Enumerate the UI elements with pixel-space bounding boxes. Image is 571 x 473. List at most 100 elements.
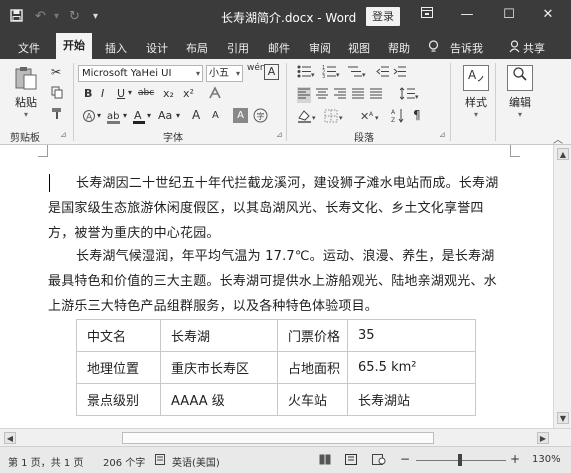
strikethrough-button[interactable]: abc [138,88,154,98]
horizontal-scrollbar[interactable]: ◀ ▶ [0,428,571,446]
underline-button[interactable]: U [117,87,125,100]
table-cell[interactable]: AAAA 级 [160,383,278,416]
table-cell[interactable]: 景点级别 [76,383,161,416]
tab-review[interactable]: 审阅 [309,40,331,56]
tab-home[interactable]: 开始 [56,33,92,59]
chevron-down-icon[interactable]: ▾ [176,111,180,120]
table-cell[interactable]: 35 [347,319,476,352]
tab-layout[interactable]: 布局 [186,40,208,56]
print-layout-icon[interactable] [345,454,357,468]
chinese-layout-icon[interactable]: ✕ A ▾ [360,108,382,126]
bullets-icon[interactable]: ▾ [297,65,315,81]
lightbulb-icon[interactable] [428,40,439,56]
show-formatting-marks-icon[interactable]: ¶ [413,108,421,122]
distributed-icon[interactable] [369,87,383,103]
vertical-scrollbar[interactable]: ▲ ▼ [553,145,571,428]
copy-icon[interactable] [51,86,63,102]
language-indicator[interactable]: 英语(美国) [172,454,220,469]
superscript-button[interactable]: x² [183,87,194,100]
justify-icon[interactable] [351,87,365,103]
change-case-button[interactable]: Aa [158,109,172,122]
tab-help[interactable]: 帮助 [388,40,410,56]
enclose-characters-icon[interactable]: 字 [253,108,268,126]
word-count[interactable]: 206 个字 [103,454,145,469]
chevron-down-icon[interactable]: ▾ [128,88,132,97]
sort-icon[interactable]: AZ [391,108,405,126]
collapse-ribbon-icon[interactable]: ︿ [553,131,563,146]
shrink-font-button[interactable]: A [212,110,219,121]
bold-button[interactable]: B [84,87,92,100]
ribbon-display-options-icon[interactable] [417,7,437,22]
document-area[interactable]: 长寿湖因二十世纪五十年代拦截龙溪河，建设狮子滩水电站而成。长寿湖 是国家级生态旅… [0,145,553,428]
phonetic-guide-icon[interactable]: wén [247,63,266,73]
grow-font-button[interactable]: A [192,108,200,122]
borders-icon[interactable]: ▾ [324,109,346,126]
subscript-button[interactable]: x₂ [163,87,174,100]
tell-me-search[interactable]: 告诉我 [450,40,483,56]
minimize-button[interactable]: — [457,7,477,22]
decrease-indent-icon[interactable] [376,65,390,81]
numbering-icon[interactable]: 1 2 3 ▾ [322,65,340,81]
font-size-select[interactable]: 小五 ▾ [206,65,243,82]
align-left-icon[interactable] [297,87,311,103]
cut-icon[interactable]: ✂ [51,65,61,79]
read-mode-icon[interactable] [319,454,331,468]
paste-button[interactable]: 粘贴 ▾ [6,65,46,119]
dialog-launcher-icon[interactable]: ⊿ [276,130,283,139]
chevron-down-icon[interactable]: ▾ [54,11,59,22]
scroll-left-icon[interactable]: ◀ [4,432,16,444]
share-button[interactable]: 共享 [523,40,545,56]
chevron-down-icon[interactable]: ▾ [123,111,127,120]
font-color-icon[interactable]: A [132,108,146,127]
web-layout-icon[interactable] [372,454,386,468]
text-effect-icon[interactable]: A [82,109,96,126]
table-cell[interactable]: 地理位置 [76,351,161,384]
text-effects-icon[interactable] [208,86,222,103]
character-shading-icon[interactable]: A [233,108,248,123]
page-count[interactable]: 第 1 页，共 1 页 [8,454,83,469]
tab-view[interactable]: 视图 [348,40,370,56]
redo-icon[interactable]: ↻ [69,9,80,24]
table-cell[interactable]: 占地面积 [277,351,348,384]
table-cell[interactable]: 长寿湖 [160,319,278,352]
format-painter-icon[interactable] [51,107,63,123]
chevron-down-icon[interactable]: ▾ [147,111,151,120]
table-cell[interactable]: 中文名 [76,319,161,352]
dialog-launcher-icon[interactable]: ⊿ [439,130,446,139]
italic-button[interactable]: I [101,87,104,100]
dialog-launcher-icon[interactable]: ⊿ [60,130,67,139]
editing-button[interactable]: 编辑 ▾ [500,63,540,119]
table-cell[interactable]: 火车站 [277,383,348,416]
tab-insert[interactable]: 插入 [105,40,127,56]
tab-file[interactable]: 文件 [18,40,40,56]
table-cell[interactable]: 门票价格 [277,319,348,352]
line-spacing-icon[interactable]: ▾ [399,87,420,103]
table-cell[interactable]: 65.5 km² [347,351,476,384]
scroll-down-icon[interactable]: ▼ [557,412,569,424]
maximize-button[interactable]: ☐ [499,7,519,22]
login-button[interactable]: 登录 [366,7,400,26]
styles-button[interactable]: A 样式 ▾ [456,63,496,119]
chevron-down-icon[interactable]: ▾ [97,111,101,120]
align-center-icon[interactable] [315,87,329,103]
tab-design[interactable]: 设计 [146,40,168,56]
undo-icon[interactable]: ↶ [35,9,46,24]
zoom-level[interactable]: 130% [532,454,561,465]
font-name-select[interactable]: Microsoft YaHei UI ▾ [78,65,203,82]
multilevel-list-icon[interactable]: ▾ [347,65,367,81]
person-icon[interactable] [509,40,520,56]
tab-references[interactable]: 引用 [227,40,249,56]
align-right-icon[interactable] [333,87,347,103]
close-button[interactable]: ✕ [538,7,558,22]
horizontal-scroll-thumb[interactable] [122,432,434,444]
table-cell[interactable]: 重庆市长寿区 [160,351,278,384]
scroll-up-icon[interactable]: ▲ [557,148,569,160]
zoom-slider-thumb[interactable] [458,454,462,466]
increase-indent-icon[interactable] [393,65,407,81]
zoom-out-button[interactable]: − [400,452,410,466]
customize-quick-access-icon[interactable]: ▾ [93,11,98,22]
zoom-in-button[interactable]: + [510,452,520,466]
highlight-color-icon[interactable]: ab [106,108,122,127]
shading-icon[interactable]: ▾ [297,109,319,126]
table-cell[interactable]: 长寿湖站 [347,383,476,416]
